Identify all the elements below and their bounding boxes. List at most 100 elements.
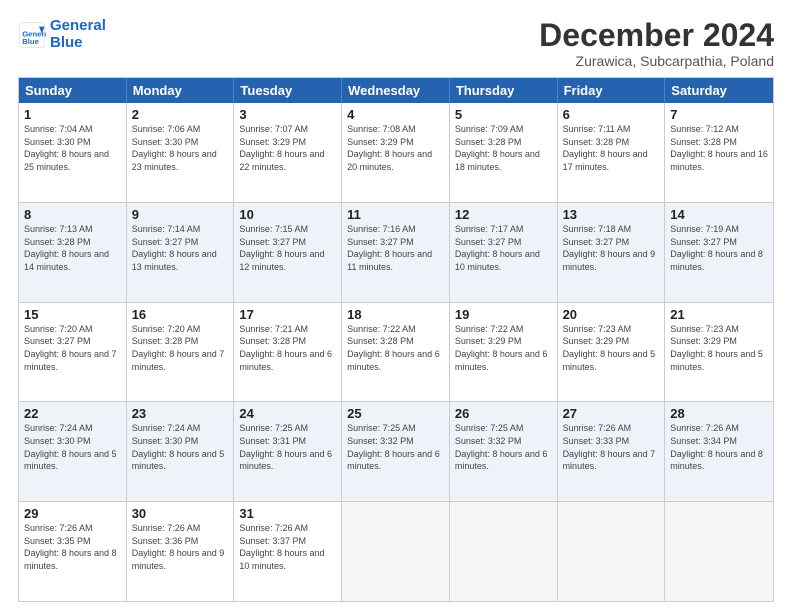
day-info: Sunrise: 7:26 AMSunset: 3:36 PMDaylight:… — [132, 522, 229, 572]
day-cell-24: 24Sunrise: 7:25 AMSunset: 3:31 PMDayligh… — [234, 402, 342, 501]
day-number: 10 — [239, 207, 336, 222]
day-number: 13 — [563, 207, 660, 222]
header-cell-wednesday: Wednesday — [342, 78, 450, 103]
calendar-row-3: 15Sunrise: 7:20 AMSunset: 3:27 PMDayligh… — [19, 302, 773, 402]
header-cell-monday: Monday — [127, 78, 235, 103]
day-cell-3: 3Sunrise: 7:07 AMSunset: 3:29 PMDaylight… — [234, 103, 342, 202]
day-cell-14: 14Sunrise: 7:19 AMSunset: 3:27 PMDayligh… — [665, 203, 773, 302]
empty-cell — [450, 502, 558, 601]
day-cell-8: 8Sunrise: 7:13 AMSunset: 3:28 PMDaylight… — [19, 203, 127, 302]
day-info: Sunrise: 7:24 AMSunset: 3:30 PMDaylight:… — [24, 422, 121, 472]
day-info: Sunrise: 7:13 AMSunset: 3:28 PMDaylight:… — [24, 223, 121, 273]
day-info: Sunrise: 7:17 AMSunset: 3:27 PMDaylight:… — [455, 223, 552, 273]
day-number: 12 — [455, 207, 552, 222]
day-info: Sunrise: 7:26 AMSunset: 3:33 PMDaylight:… — [563, 422, 660, 472]
day-cell-25: 25Sunrise: 7:25 AMSunset: 3:32 PMDayligh… — [342, 402, 450, 501]
day-number: 31 — [239, 506, 336, 521]
day-cell-29: 29Sunrise: 7:26 AMSunset: 3:35 PMDayligh… — [19, 502, 127, 601]
day-info: Sunrise: 7:24 AMSunset: 3:30 PMDaylight:… — [132, 422, 229, 472]
day-info: Sunrise: 7:21 AMSunset: 3:28 PMDaylight:… — [239, 323, 336, 373]
day-info: Sunrise: 7:26 AMSunset: 3:35 PMDaylight:… — [24, 522, 121, 572]
calendar: SundayMondayTuesdayWednesdayThursdayFrid… — [18, 77, 774, 602]
day-cell-5: 5Sunrise: 7:09 AMSunset: 3:28 PMDaylight… — [450, 103, 558, 202]
day-number: 29 — [24, 506, 121, 521]
svg-text:Blue: Blue — [22, 37, 39, 46]
day-number: 3 — [239, 107, 336, 122]
day-cell-23: 23Sunrise: 7:24 AMSunset: 3:30 PMDayligh… — [127, 402, 235, 501]
day-number: 21 — [670, 307, 768, 322]
day-cell-31: 31Sunrise: 7:26 AMSunset: 3:37 PMDayligh… — [234, 502, 342, 601]
day-info: Sunrise: 7:09 AMSunset: 3:28 PMDaylight:… — [455, 123, 552, 173]
day-number: 14 — [670, 207, 768, 222]
day-number: 9 — [132, 207, 229, 222]
header-cell-friday: Friday — [558, 78, 666, 103]
day-number: 17 — [239, 307, 336, 322]
calendar-row-4: 22Sunrise: 7:24 AMSunset: 3:30 PMDayligh… — [19, 401, 773, 501]
day-number: 30 — [132, 506, 229, 521]
day-cell-18: 18Sunrise: 7:22 AMSunset: 3:28 PMDayligh… — [342, 303, 450, 402]
day-info: Sunrise: 7:12 AMSunset: 3:28 PMDaylight:… — [670, 123, 768, 173]
day-number: 16 — [132, 307, 229, 322]
header-cell-saturday: Saturday — [665, 78, 773, 103]
day-info: Sunrise: 7:08 AMSunset: 3:29 PMDaylight:… — [347, 123, 444, 173]
empty-cell — [342, 502, 450, 601]
day-cell-13: 13Sunrise: 7:18 AMSunset: 3:27 PMDayligh… — [558, 203, 666, 302]
day-number: 18 — [347, 307, 444, 322]
day-info: Sunrise: 7:25 AMSunset: 3:32 PMDaylight:… — [347, 422, 444, 472]
day-cell-22: 22Sunrise: 7:24 AMSunset: 3:30 PMDayligh… — [19, 402, 127, 501]
calendar-row-2: 8Sunrise: 7:13 AMSunset: 3:28 PMDaylight… — [19, 202, 773, 302]
day-info: Sunrise: 7:23 AMSunset: 3:29 PMDaylight:… — [563, 323, 660, 373]
day-info: Sunrise: 7:26 AMSunset: 3:37 PMDaylight:… — [239, 522, 336, 572]
day-number: 27 — [563, 406, 660, 421]
day-number: 2 — [132, 107, 229, 122]
day-cell-17: 17Sunrise: 7:21 AMSunset: 3:28 PMDayligh… — [234, 303, 342, 402]
day-info: Sunrise: 7:20 AMSunset: 3:27 PMDaylight:… — [24, 323, 121, 373]
day-info: Sunrise: 7:20 AMSunset: 3:28 PMDaylight:… — [132, 323, 229, 373]
day-cell-28: 28Sunrise: 7:26 AMSunset: 3:34 PMDayligh… — [665, 402, 773, 501]
day-cell-26: 26Sunrise: 7:25 AMSunset: 3:32 PMDayligh… — [450, 402, 558, 501]
day-info: Sunrise: 7:14 AMSunset: 3:27 PMDaylight:… — [132, 223, 229, 273]
day-info: Sunrise: 7:06 AMSunset: 3:30 PMDaylight:… — [132, 123, 229, 173]
day-cell-20: 20Sunrise: 7:23 AMSunset: 3:29 PMDayligh… — [558, 303, 666, 402]
day-number: 20 — [563, 307, 660, 322]
day-cell-15: 15Sunrise: 7:20 AMSunset: 3:27 PMDayligh… — [19, 303, 127, 402]
main-title: December 2024 — [539, 18, 774, 53]
day-cell-27: 27Sunrise: 7:26 AMSunset: 3:33 PMDayligh… — [558, 402, 666, 501]
day-number: 19 — [455, 307, 552, 322]
day-number: 26 — [455, 406, 552, 421]
day-number: 7 — [670, 107, 768, 122]
day-info: Sunrise: 7:07 AMSunset: 3:29 PMDaylight:… — [239, 123, 336, 173]
header-cell-thursday: Thursday — [450, 78, 558, 103]
logo-text: GeneralBlue — [50, 18, 106, 51]
day-number: 1 — [24, 107, 121, 122]
day-cell-12: 12Sunrise: 7:17 AMSunset: 3:27 PMDayligh… — [450, 203, 558, 302]
day-number: 6 — [563, 107, 660, 122]
calendar-row-5: 29Sunrise: 7:26 AMSunset: 3:35 PMDayligh… — [19, 501, 773, 601]
calendar-body: 1Sunrise: 7:04 AMSunset: 3:30 PMDaylight… — [19, 103, 773, 601]
day-info: Sunrise: 7:25 AMSunset: 3:31 PMDaylight:… — [239, 422, 336, 472]
day-number: 11 — [347, 207, 444, 222]
day-info: Sunrise: 7:22 AMSunset: 3:29 PMDaylight:… — [455, 323, 552, 373]
day-info: Sunrise: 7:22 AMSunset: 3:28 PMDaylight:… — [347, 323, 444, 373]
day-info: Sunrise: 7:26 AMSunset: 3:34 PMDaylight:… — [670, 422, 768, 472]
day-cell-19: 19Sunrise: 7:22 AMSunset: 3:29 PMDayligh… — [450, 303, 558, 402]
logo-icon: General Blue — [18, 21, 46, 49]
day-cell-10: 10Sunrise: 7:15 AMSunset: 3:27 PMDayligh… — [234, 203, 342, 302]
day-cell-30: 30Sunrise: 7:26 AMSunset: 3:36 PMDayligh… — [127, 502, 235, 601]
day-number: 5 — [455, 107, 552, 122]
day-number: 4 — [347, 107, 444, 122]
day-cell-2: 2Sunrise: 7:06 AMSunset: 3:30 PMDaylight… — [127, 103, 235, 202]
page-header: General Blue GeneralBlue December 2024 Z… — [18, 18, 774, 69]
day-cell-9: 9Sunrise: 7:14 AMSunset: 3:27 PMDaylight… — [127, 203, 235, 302]
day-info: Sunrise: 7:11 AMSunset: 3:28 PMDaylight:… — [563, 123, 660, 173]
day-number: 15 — [24, 307, 121, 322]
day-number: 28 — [670, 406, 768, 421]
day-info: Sunrise: 7:25 AMSunset: 3:32 PMDaylight:… — [455, 422, 552, 472]
day-cell-11: 11Sunrise: 7:16 AMSunset: 3:27 PMDayligh… — [342, 203, 450, 302]
day-number: 25 — [347, 406, 444, 421]
day-cell-1: 1Sunrise: 7:04 AMSunset: 3:30 PMDaylight… — [19, 103, 127, 202]
day-info: Sunrise: 7:04 AMSunset: 3:30 PMDaylight:… — [24, 123, 121, 173]
day-cell-4: 4Sunrise: 7:08 AMSunset: 3:29 PMDaylight… — [342, 103, 450, 202]
empty-cell — [558, 502, 666, 601]
title-block: December 2024 Zurawica, Subcarpathia, Po… — [539, 18, 774, 69]
